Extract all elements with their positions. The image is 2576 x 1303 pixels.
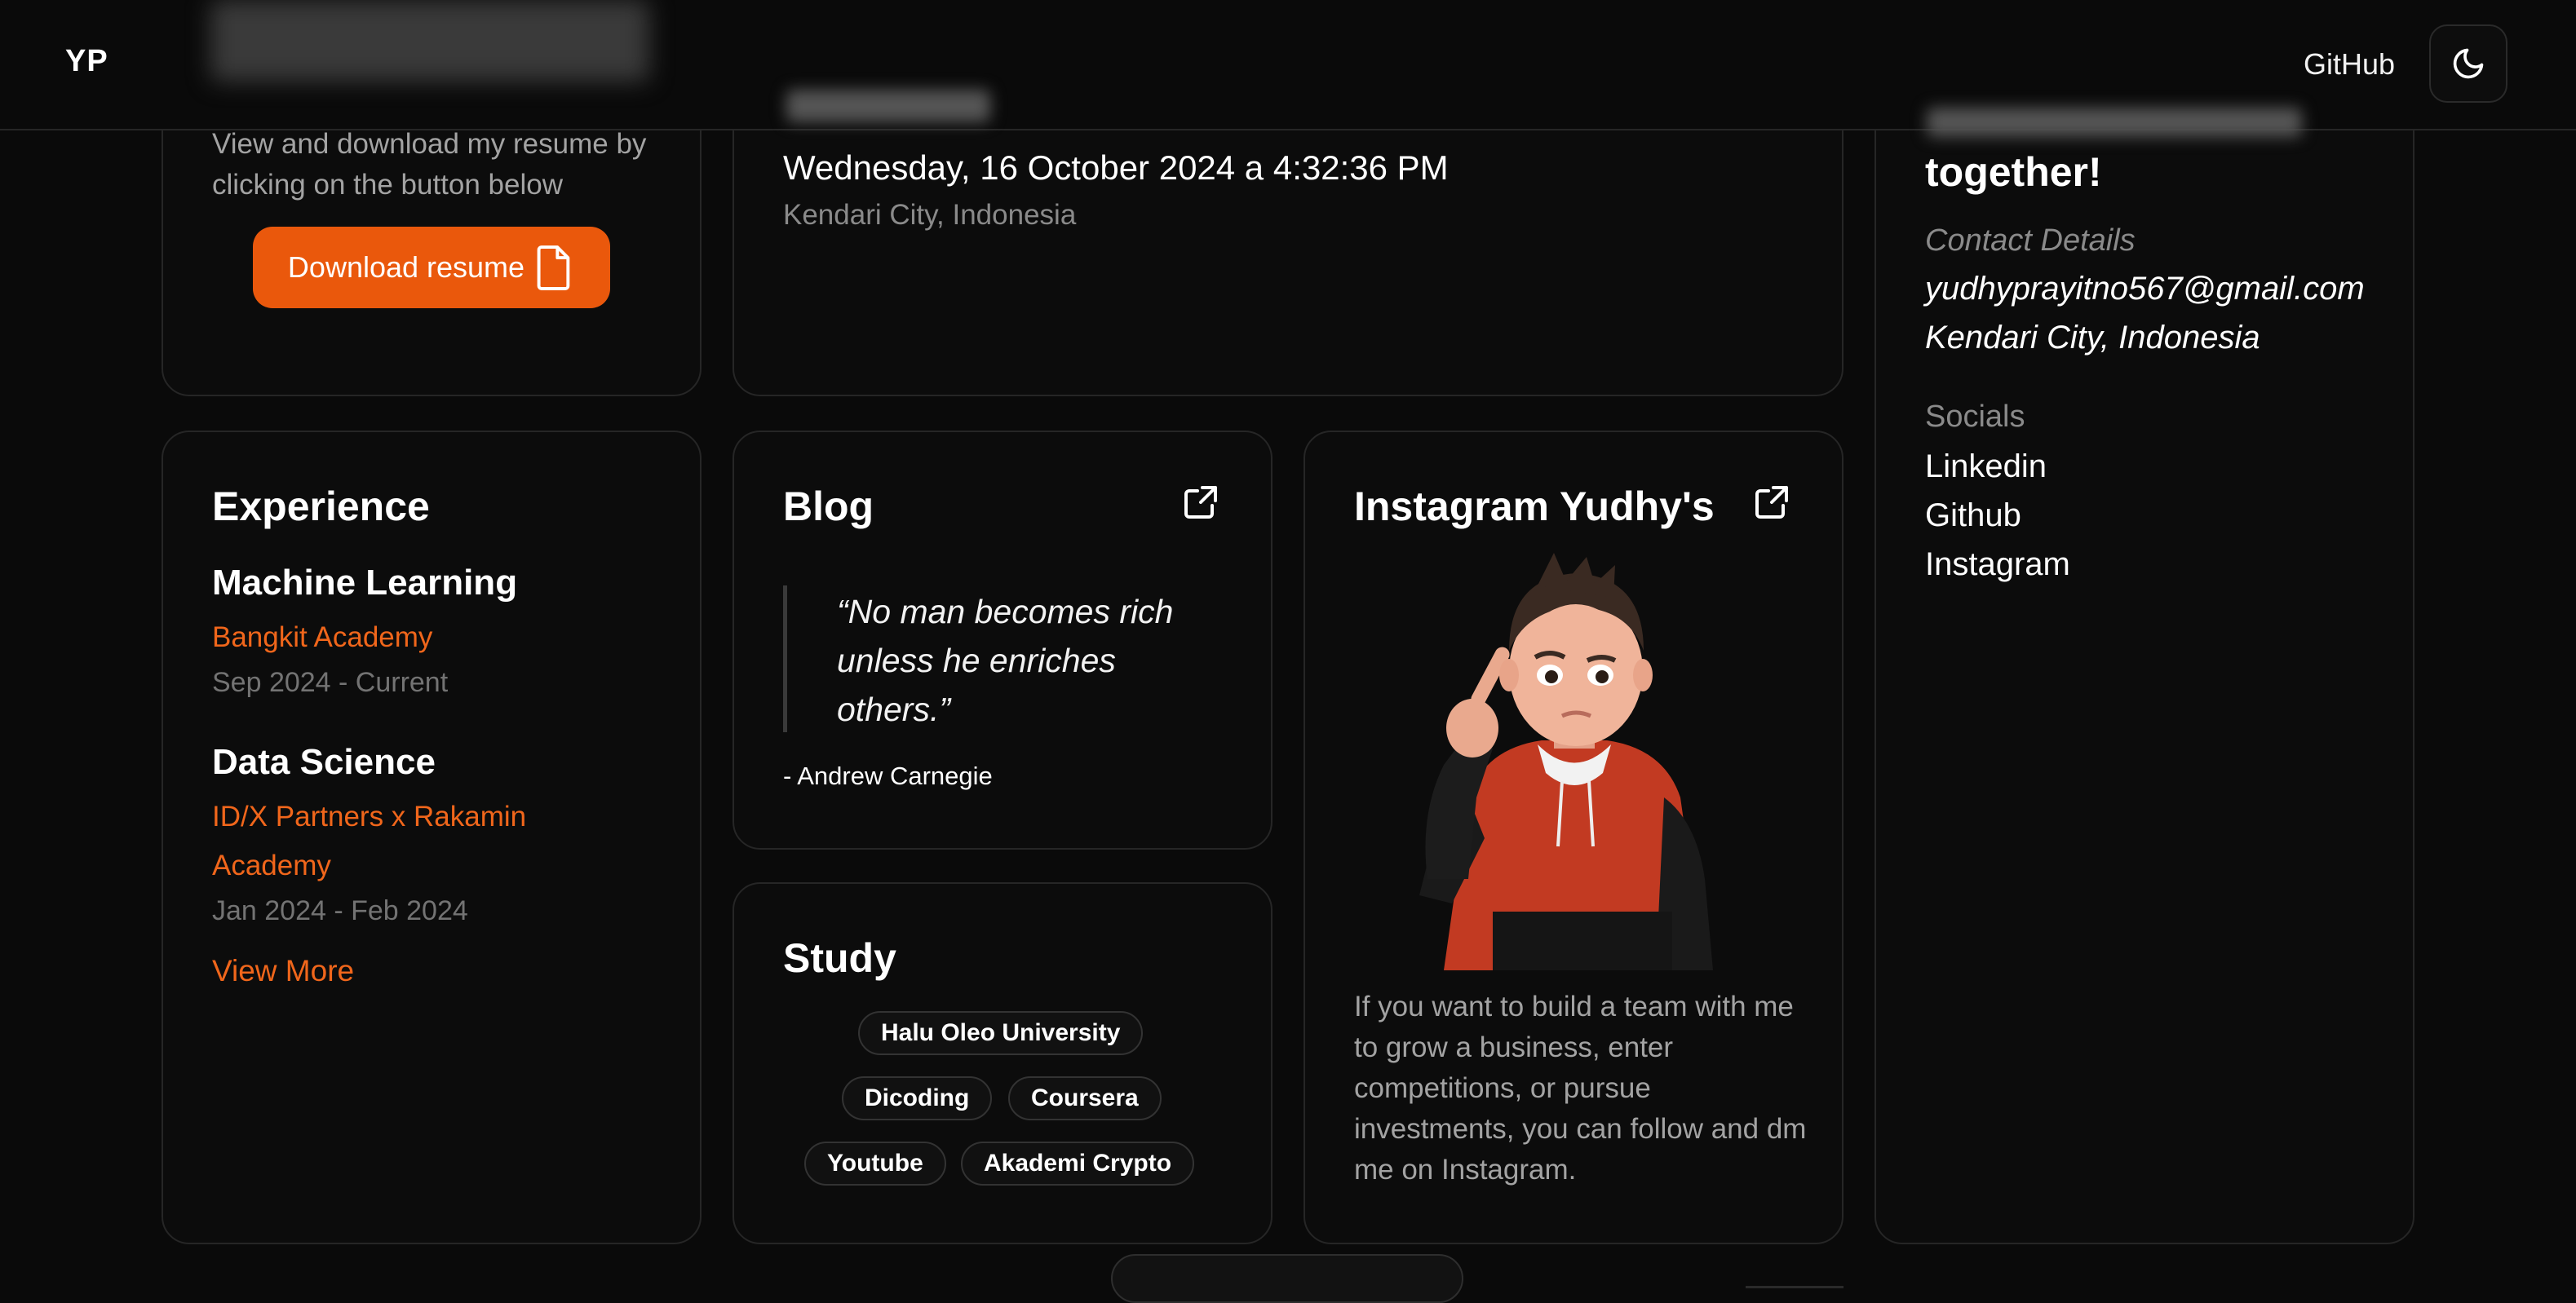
bottom-dock[interactable] — [1111, 1254, 1463, 1303]
blurred-heading — [786, 90, 990, 122]
study-tag: Youtube — [804, 1142, 946, 1186]
contact-location: Kendari City, Indonesia — [1925, 320, 2260, 356]
socials-label: Socials — [1925, 400, 2025, 434]
study-tag: Halu Oleo University — [858, 1011, 1144, 1055]
blog-card: Blog “No man becomes rich unless he enri… — [733, 431, 1273, 850]
quote-author: - Andrew Carnegie — [783, 762, 993, 790]
moon-icon — [2453, 48, 2484, 79]
instagram-description: If you want to build a team with me to g… — [1354, 991, 1807, 1186]
experience-date: Sep 2024 - Current — [212, 667, 449, 698]
study-tag: Coursera — [1008, 1076, 1162, 1120]
site-logo[interactable]: YP — [65, 44, 108, 79]
experience-org: ID/X Partners x Rakamin Academy — [212, 801, 527, 881]
download-resume-label: Download resume — [287, 250, 525, 284]
contact-card: together! Contact Details yudhyprayitno5… — [1874, 0, 2414, 1244]
nav-github-link[interactable]: GitHub — [2304, 47, 2395, 82]
avatar — [1419, 553, 1713, 970]
social-link-github[interactable]: Github — [1925, 497, 2021, 534]
study-tag: Akademi Crypto — [961, 1142, 1195, 1186]
blog-quote: “No man becomes rich unless he enriches … — [837, 593, 1174, 728]
external-link-icon[interactable] — [1752, 483, 1791, 522]
social-link-instagram[interactable]: Instagram — [1925, 546, 2070, 583]
blurred-heading — [1927, 108, 2302, 137]
contact-title: together! — [1925, 149, 2102, 195]
current-datetime: Wednesday, 16 October 2024 a 4:32:36 PM — [783, 148, 1449, 187]
blurred-avatar-placeholder — [210, 0, 649, 82]
download-resume-button[interactable]: Download resume — [253, 227, 610, 308]
study-tag: Dicoding — [842, 1076, 993, 1120]
resume-description: View and download my resume by clicking … — [212, 128, 647, 201]
file-icon — [537, 245, 570, 290]
experience-role: Data Science — [212, 742, 436, 782]
instagram-card: Instagram Yudhy's If you want to build a… — [1303, 431, 1843, 1244]
blog-title: Blog — [783, 484, 874, 529]
contact-details-label: Contact Details — [1925, 223, 2136, 258]
study-title: Study — [783, 935, 896, 981]
experience-card: Experience Machine Learning Bangkit Acad… — [162, 431, 702, 1244]
datetime-location: Kendari City, Indonesia — [783, 199, 1077, 231]
experience-org: Bangkit Academy — [212, 621, 433, 653]
study-card: Study Halu Oleo University Dicoding Cour… — [733, 882, 1273, 1244]
social-link-linkedin[interactable]: Linkedin — [1925, 448, 2047, 485]
theme-toggle-button[interactable] — [2429, 24, 2507, 103]
experience-role: Machine Learning — [212, 563, 518, 603]
experience-date: Jan 2024 - Feb 2024 — [212, 895, 468, 926]
experience-title: Experience — [212, 484, 430, 529]
instagram-title: Instagram Yudhy's — [1354, 484, 1715, 529]
external-link-icon[interactable] — [1181, 483, 1220, 522]
view-more-link[interactable]: View More — [212, 954, 354, 988]
quote-bar — [783, 585, 787, 732]
contact-email[interactable]: yudhyprayitno567@gmail.com — [1925, 271, 2365, 307]
